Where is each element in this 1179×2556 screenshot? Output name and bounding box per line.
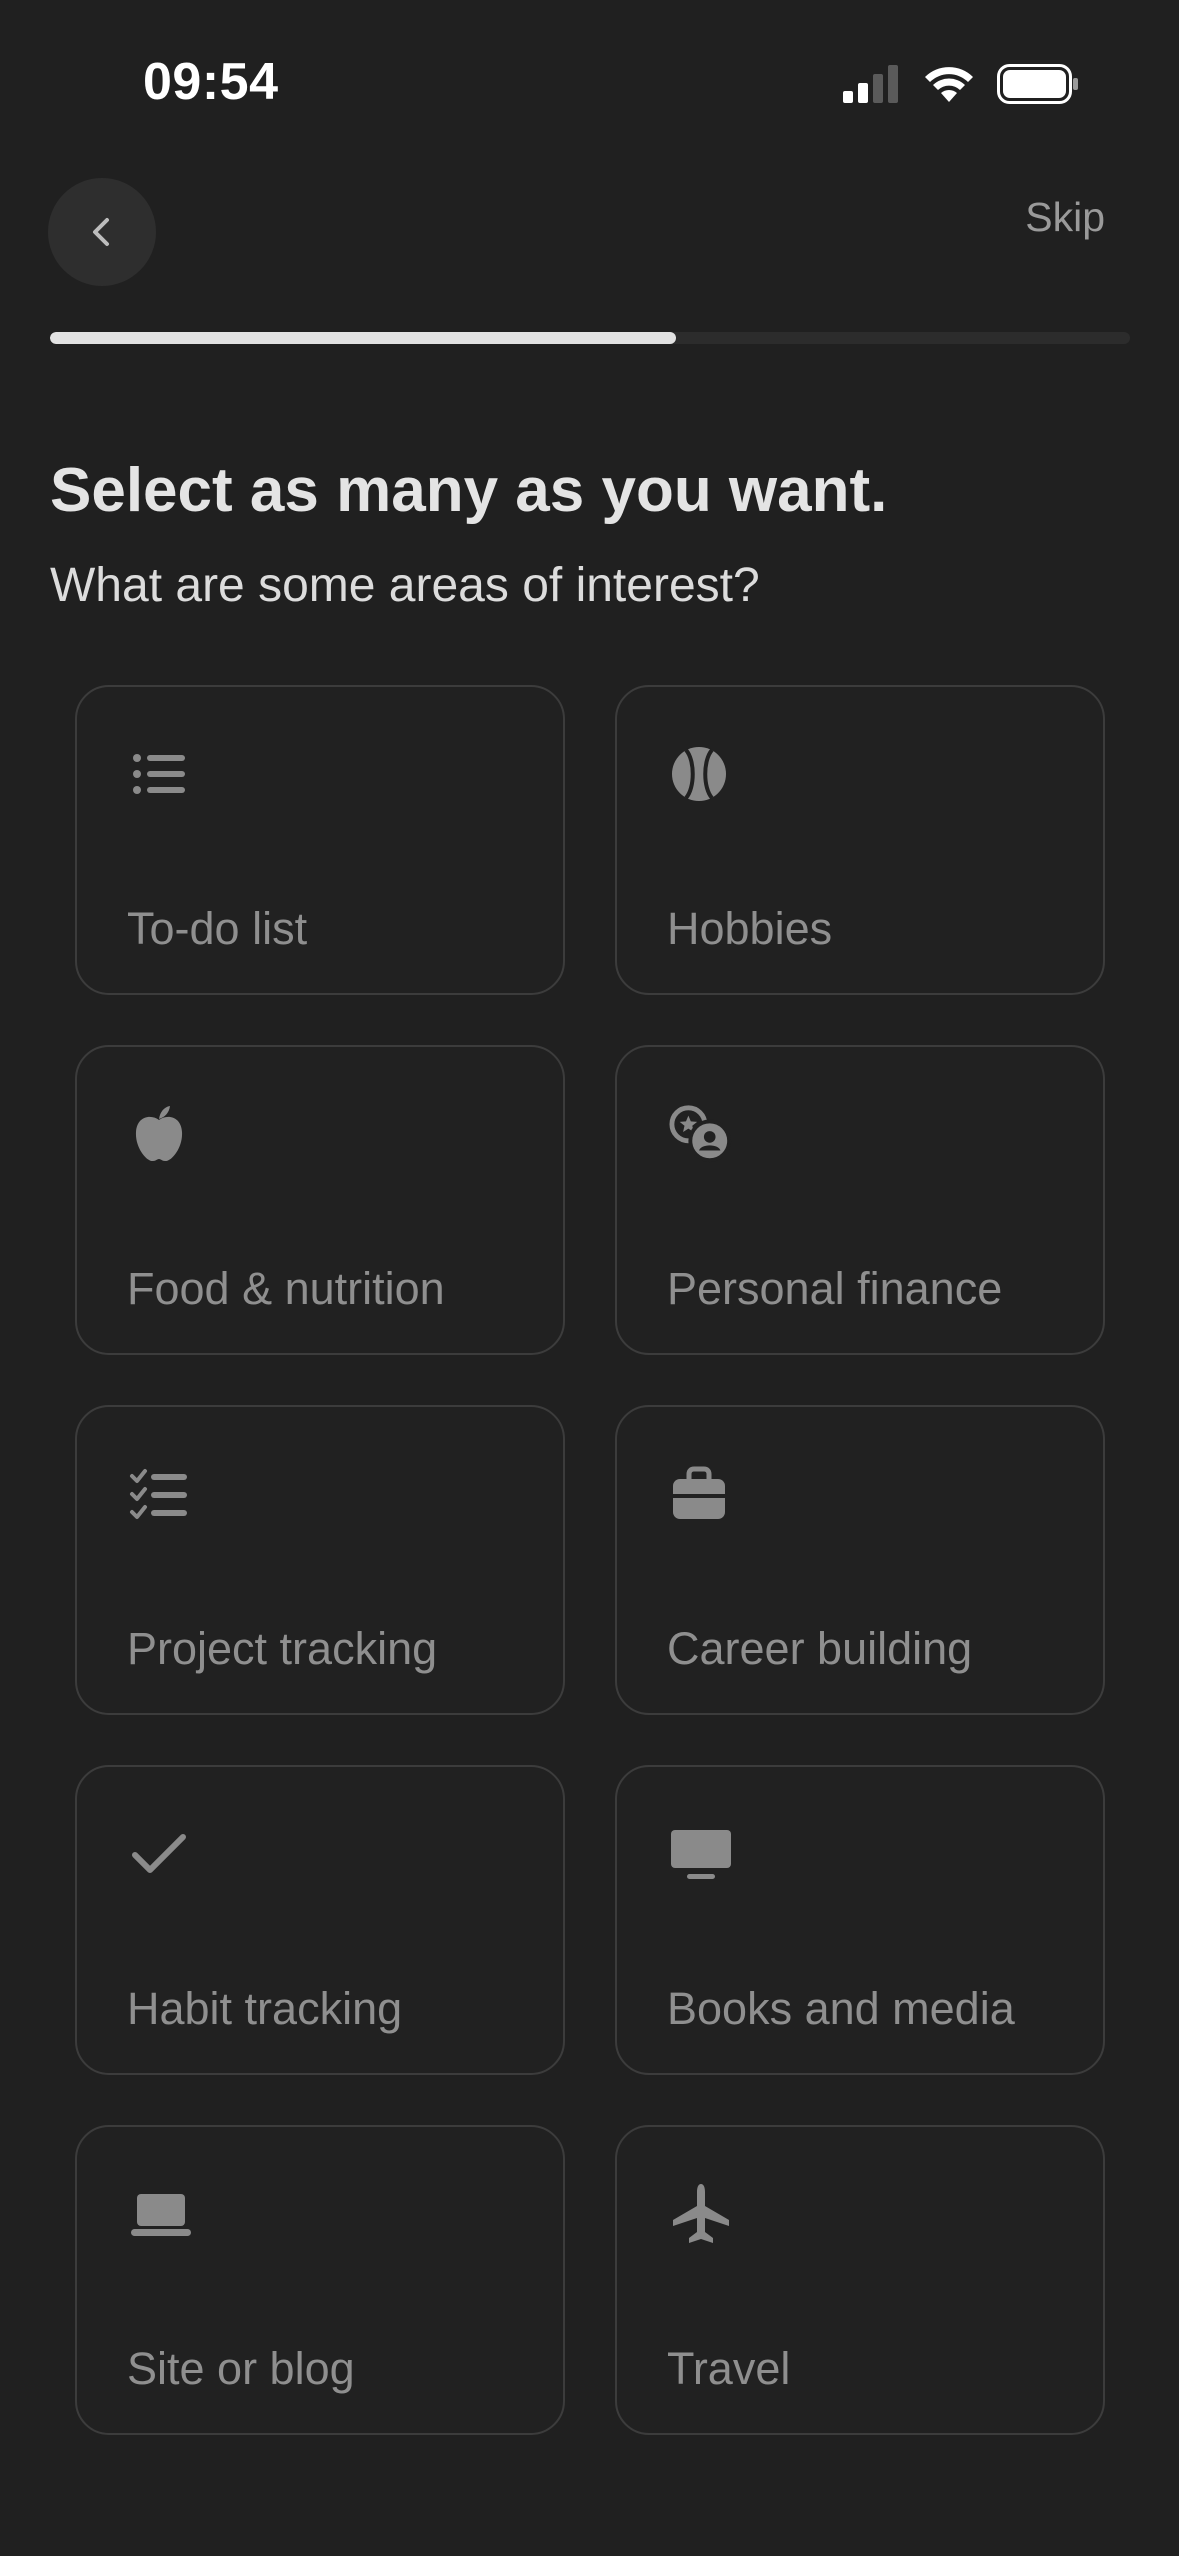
- option-label: Personal finance: [667, 1263, 1003, 1314]
- option-label: Project tracking: [127, 1623, 438, 1674]
- option-label: Hobbies: [667, 903, 833, 954]
- option-card-food-nutrition[interactable]: Food & nutrition: [75, 1045, 565, 1355]
- progress-fill: [50, 332, 677, 344]
- coins-icon: [669, 1102, 733, 1166]
- skip-button[interactable]: Skip: [1025, 194, 1105, 241]
- option-card-site-blog[interactable]: Site or blog: [75, 2125, 565, 2435]
- laptop-icon: [129, 2182, 193, 2246]
- cellular-signal-icon: [843, 65, 901, 103]
- option-label: Habit tracking: [127, 1983, 403, 2034]
- option-label: Career building: [667, 1623, 973, 1674]
- option-label: Travel: [667, 2343, 791, 2394]
- bulleted-list-icon: [129, 742, 193, 806]
- page-subtitle: What are some areas of interest?: [50, 559, 760, 612]
- status-time: 09:54: [143, 53, 279, 111]
- option-label: To-do list: [127, 903, 308, 954]
- option-card-personal-finance[interactable]: Personal finance: [615, 1045, 1105, 1355]
- option-label: Food & nutrition: [127, 1263, 445, 1314]
- option-card-career-building[interactable]: Career building: [615, 1405, 1105, 1715]
- page-title: Select as many as you want.: [50, 456, 888, 525]
- checkmark-icon: [129, 1822, 193, 1886]
- checklist-icon: [129, 1462, 193, 1526]
- option-card-hobbies[interactable]: Hobbies: [615, 685, 1105, 995]
- monitor-icon: [669, 1822, 733, 1886]
- briefcase-icon: [669, 1462, 733, 1526]
- status-icons: [843, 64, 1079, 104]
- option-card-books-media[interactable]: Books and media: [615, 1765, 1105, 2075]
- option-card-habit-tracking[interactable]: Habit tracking: [75, 1765, 565, 2075]
- chevron-left-icon: [82, 212, 122, 252]
- option-label: Books and media: [667, 1983, 1015, 2034]
- airplane-icon: [669, 2182, 733, 2246]
- wifi-icon: [923, 64, 975, 104]
- option-card-project-tracking[interactable]: Project tracking: [75, 1405, 565, 1715]
- battery-icon: [997, 64, 1079, 104]
- apple-icon: [129, 1102, 193, 1166]
- interest-options-grid: To-do list Hobbies Food & nutrition Pers…: [75, 685, 1105, 2435]
- option-card-todo-list[interactable]: To-do list: [75, 685, 565, 995]
- option-card-travel[interactable]: Travel: [615, 2125, 1105, 2435]
- progress-bar: [50, 332, 1130, 344]
- back-button[interactable]: [48, 178, 156, 286]
- baseball-icon: [669, 742, 733, 806]
- option-label: Site or blog: [127, 2343, 355, 2394]
- status-bar: 09:54: [0, 0, 1179, 170]
